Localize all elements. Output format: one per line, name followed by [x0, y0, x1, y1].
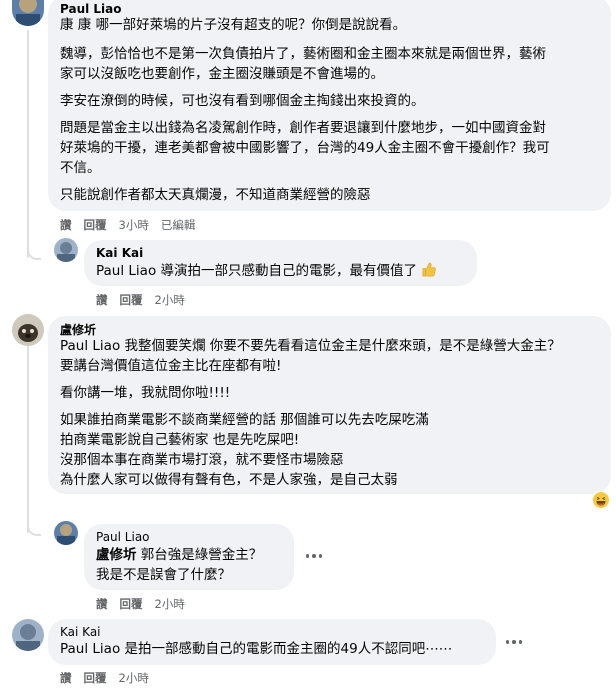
comment-author[interactable]: Paul Liao — [60, 2, 122, 16]
dot-icon — [512, 640, 516, 644]
comment-bubble: Paul Liao 康 康 哪一部好萊塢的片子沒有超支的呢？你倒是說說看。 魏導… — [48, 0, 611, 211]
comment-text: 問題是當金主以出錢為名凌駕創作時，創作者要退讓到什麼地步，一如中國資金對 — [60, 120, 546, 136]
avatar[interactable] — [54, 238, 78, 262]
comment-text: 為什麼人家可以做得有聲有色，不是人家強，是自己太弱 — [60, 472, 398, 488]
comment-text: 康 康 哪一部好萊塢的片子沒有超支的呢？你倒是說說看。 — [60, 17, 407, 33]
comment-text-body: 導演拍一部只感動自己的電影，最有價值了 — [156, 263, 418, 279]
dot-icon — [305, 554, 310, 558]
comment-text-body: 郭台強是綠營金主？ — [136, 547, 263, 563]
comment-text: 如果誰拍商業電影不談商業經營的話 那個誰可以先去吃屎吃滿 — [60, 412, 429, 428]
comment-actions: 讚回覆 3小時 已編輯 — [60, 217, 207, 233]
comment-text: Paul Liao 導演拍一部只感動自己的電影，最有價值了 — [96, 261, 437, 281]
dot-icon — [318, 554, 323, 558]
like-button[interactable]: 讚 — [96, 597, 108, 611]
comment-text: Paul Liao 是拍一部感動自己的電影而金主圈的49人不認同吧⋯⋯ — [60, 639, 452, 659]
reply-button[interactable]: 回覆 — [84, 671, 107, 685]
timestamp[interactable]: 2小時 — [155, 597, 185, 611]
comment-text: 要講台灣價值這位金主比在座都有啦! — [60, 358, 282, 374]
comment-author[interactable]: Kai Kai — [96, 246, 143, 260]
timestamp[interactable]: 2小時 — [155, 293, 185, 307]
comment-text: 李安在潦倒的時候，可也沒有看到哪個金主掏錢出來投資的。 — [60, 93, 425, 109]
thread-line — [27, 30, 29, 258]
comment-text-body: 是拍一部感動自己的電影而金主圈的49人不認同吧⋯⋯ — [120, 641, 453, 657]
dot-icon — [505, 640, 510, 644]
like-button[interactable]: 讚 — [96, 293, 108, 307]
comment-text-body: 我整個要笑爛 你要不要先看看這位金主是什麼來頭，是不是綠營大金主？ — [120, 338, 561, 354]
comment-actions: 讚回覆 2小時 — [60, 670, 161, 686]
comment-text: Paul Liao 我整個要笑爛 你要不要先看看這位金主是什麼來頭，是不是綠營大… — [60, 336, 561, 356]
comment-text: 魏導，彭恰恰也不是第一次負債拍片了，藝術圈和金主圈本來就是兩個世界，藝術 — [60, 46, 546, 62]
comment-bubble: Kai Kai Paul Liao 是拍一部感動自己的電影而金主圈的49人不認同… — [48, 619, 496, 665]
reply-button[interactable]: 回覆 — [120, 597, 143, 611]
avatar[interactable] — [54, 521, 78, 545]
thread-line — [27, 345, 29, 533]
thread-curve — [27, 244, 41, 260]
comment-text: 看你講一堆，我就問你啦!!!! — [60, 385, 231, 401]
avatar[interactable] — [12, 0, 44, 26]
mention-link[interactable]: Paul Liao — [96, 263, 156, 279]
edited-label[interactable]: 已編輯 — [161, 218, 196, 232]
comment-bubble: Kai Kai Paul Liao 導演拍一部只感動自己的電影，最有價值了 — [84, 240, 477, 286]
mention-link[interactable]: 盧修圻 — [96, 547, 137, 563]
mention-link[interactable]: Paul Liao — [60, 338, 120, 354]
like-button[interactable]: 讚 — [60, 671, 72, 685]
comment-actions: 讚回覆 2小時 — [96, 292, 197, 308]
avatar[interactable] — [12, 619, 44, 651]
avatar[interactable] — [12, 314, 44, 346]
reply-button[interactable]: 回覆 — [120, 293, 143, 307]
timestamp[interactable]: 3小時 — [119, 218, 149, 232]
mention-link[interactable]: Paul Liao — [60, 641, 120, 657]
comment-bubble: Paul Liao 盧修圻 郭台強是綠營金主？ 我是不是誤會了什麼？ — [84, 524, 294, 590]
comment-text: 只能說創作者都太天真爛漫，不知道商業經營的險惡 — [60, 187, 371, 203]
comment-text: 盧修圻 郭台強是綠營金主？ — [96, 545, 262, 565]
thumbs-up-icon — [422, 262, 437, 277]
comment-text: 我是不是誤會了什麼？ — [96, 567, 231, 583]
comment-text: 沒那個本事在商業市場打滾，就不要怪市場險惡 — [60, 452, 344, 468]
dot-icon — [312, 554, 316, 558]
timestamp[interactable]: 2小時 — [119, 671, 149, 685]
comment-author[interactable]: Paul Liao — [96, 530, 150, 544]
comment-text: 好萊塢的干擾，連老美都會被中國影響了，台灣的49人金主圈不會干擾創作？我可 — [60, 140, 550, 156]
thread-curve — [27, 520, 41, 536]
comment-text: 家可以沒飯吃也要創作，金主圈沒賺頭是不會進場的。 — [60, 66, 384, 82]
haha-reaction-icon[interactable] — [592, 491, 610, 509]
comment-text: 不信。 — [60, 160, 101, 176]
more-options-button[interactable] — [500, 628, 528, 656]
comment-author[interactable]: Kai Kai — [60, 625, 101, 639]
comment-actions: 讚回覆 2小時 — [96, 596, 197, 612]
like-button[interactable]: 讚 — [60, 218, 72, 232]
reply-button[interactable]: 回覆 — [84, 218, 107, 232]
dot-icon — [518, 640, 523, 644]
more-options-button[interactable] — [300, 542, 328, 570]
comment-text: 拍商業電影說自己藝術家 也是先吃屎吧! — [60, 432, 300, 448]
comment-bubble: 盧修圻 Paul Liao 我整個要笑爛 你要不要先看看這位金主是什麼來頭，是不… — [48, 316, 611, 494]
